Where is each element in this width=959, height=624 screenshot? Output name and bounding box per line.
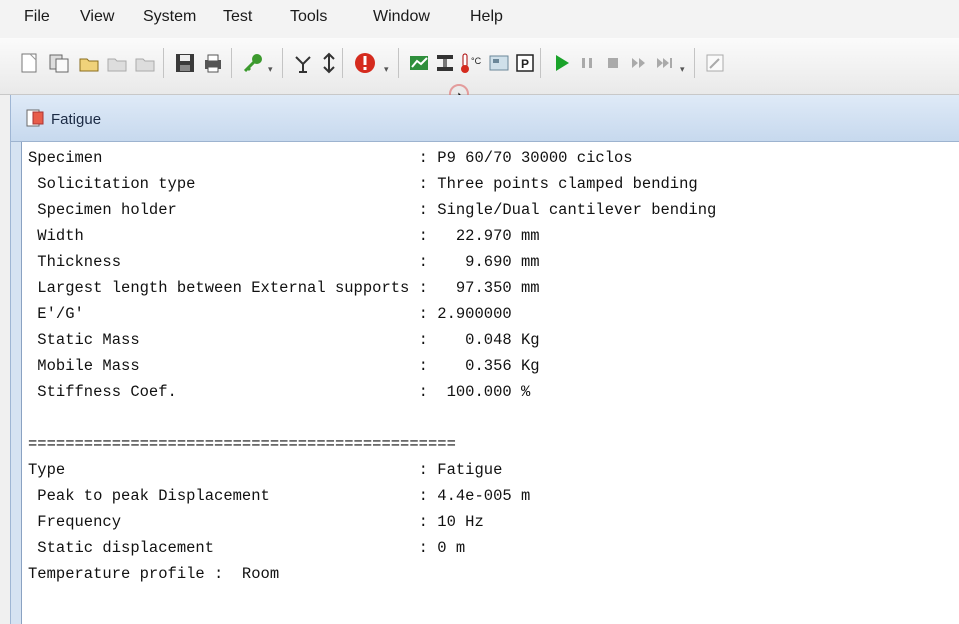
play-icon[interactable] <box>548 50 574 76</box>
open-disabled-icon[interactable] <box>104 50 130 76</box>
save-icon[interactable] <box>172 50 198 76</box>
open-folder-icon[interactable] <box>76 50 102 76</box>
report-line-peak-displacement: Peak to peak Displacement : 4.4e-005 m <box>28 487 531 505</box>
window-title: Fatigue <box>51 111 102 128</box>
menu-file[interactable]: File <box>24 8 50 26</box>
chevron-down-icon[interactable]: ▾ <box>268 64 273 75</box>
report-line-static-displacement: Static displacement : 0 m <box>28 539 466 557</box>
display-icon[interactable] <box>486 50 512 76</box>
chevron-down-icon[interactable]: ▾ <box>384 64 389 75</box>
menu-window[interactable]: Window <box>373 8 430 26</box>
report-line-specimen: Specimen : P9 60/70 30000 ciclos <box>28 149 633 167</box>
document-icon <box>26 109 44 127</box>
menu-test[interactable]: Test <box>223 8 252 26</box>
chevron-down-icon[interactable]: ▾ <box>680 64 685 75</box>
report-line-type: Type : Fatigue <box>28 461 503 479</box>
svg-text:°C: °C <box>471 56 482 66</box>
pause-icon[interactable] <box>574 50 600 76</box>
p-box-icon[interactable]: P <box>512 50 538 76</box>
chart-icon[interactable] <box>406 50 432 76</box>
print-icon[interactable] <box>200 50 226 76</box>
report-line-static-mass: Static Mass : 0.048 Kg <box>28 331 540 349</box>
mdi-child-window: Fatigue Specimen : P9 60/70 30000 ciclos… <box>10 95 959 624</box>
report-line-stiffness-coef: Stiffness Coef. : 100.000 % <box>28 383 531 401</box>
open-disabled-icon[interactable] <box>132 50 158 76</box>
report-line-solicitation-type: Solicitation type : Three points clamped… <box>28 175 698 193</box>
report-line-mobile-mass: Mobile Mass : 0.356 Kg <box>28 357 540 375</box>
report-line-specimen-holder: Specimen holder : Single/Dual cantilever… <box>28 201 717 219</box>
menu-view[interactable]: View <box>80 8 114 26</box>
fast-forward-icon[interactable] <box>652 50 678 76</box>
report-line-thickness: Thickness : 9.690 mm <box>28 253 540 271</box>
menu-system[interactable]: System <box>143 8 196 26</box>
report-line-largest-length: Largest length between External supports… <box>28 279 540 297</box>
window-titlebar[interactable]: Fatigue <box>11 95 959 142</box>
report-line-width: Width : 22.970 mm <box>28 227 540 245</box>
antenna-icon[interactable] <box>290 50 316 76</box>
copy-icon[interactable] <box>46 50 72 76</box>
temperature-icon[interactable]: °C <box>458 50 484 76</box>
report-text-area[interactable]: Specimen : P9 60/70 30000 ciclos Solicit… <box>21 142 959 624</box>
stop-alert-icon[interactable] <box>352 50 378 76</box>
svg-text:P: P <box>521 57 529 71</box>
report-line-frequency: Frequency : 10 Hz <box>28 513 484 531</box>
menu-tools[interactable]: Tools <box>290 8 327 26</box>
new-file-icon[interactable] <box>16 50 42 76</box>
edit-icon[interactable] <box>702 50 728 76</box>
menu-bar: File View System Test Tools Window Help <box>0 0 959 39</box>
report-line-temperature-profile: Temperature profile : Room <box>28 565 280 583</box>
vertical-arrow-icon[interactable] <box>316 50 342 76</box>
stop-icon[interactable] <box>600 50 626 76</box>
forward-icon[interactable] <box>626 50 652 76</box>
key-icon[interactable] <box>240 50 266 76</box>
menu-help[interactable]: Help <box>470 8 503 26</box>
clamp-icon[interactable] <box>432 50 458 76</box>
report-separator: ========================================… <box>28 435 456 453</box>
report-line-e-g: E'/G' : 2.900000 <box>28 305 512 323</box>
